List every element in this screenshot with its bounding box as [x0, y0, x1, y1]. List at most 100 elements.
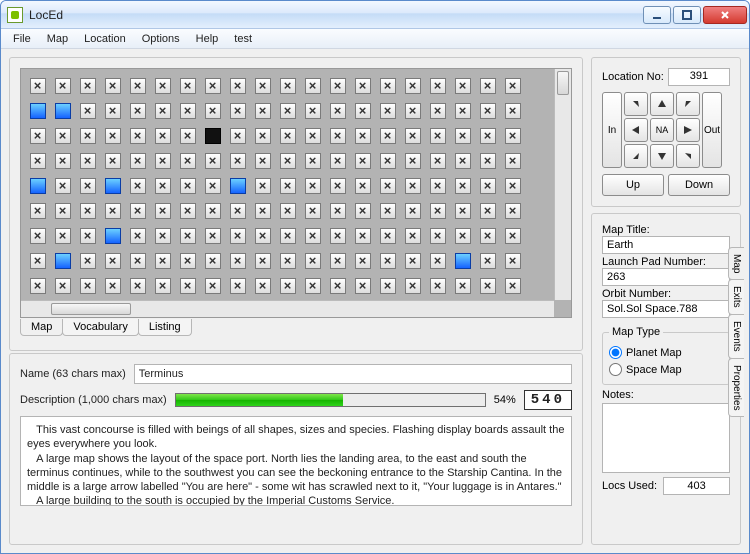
map-node[interactable]	[105, 103, 121, 119]
map-node[interactable]	[280, 178, 296, 194]
map-node[interactable]	[305, 178, 321, 194]
map-node[interactable]	[255, 228, 271, 244]
map-node[interactable]	[305, 103, 321, 119]
map-node[interactable]	[430, 128, 446, 144]
map-node[interactable]	[180, 278, 196, 294]
map-node[interactable]	[405, 128, 421, 144]
map-node[interactable]	[130, 278, 146, 294]
map-node[interactable]	[505, 228, 521, 244]
map-node[interactable]	[455, 178, 471, 194]
map-node[interactable]	[230, 278, 246, 294]
map-node[interactable]	[205, 178, 221, 194]
map-node[interactable]	[505, 128, 521, 144]
map-node[interactable]	[80, 253, 96, 269]
map-node[interactable]	[430, 153, 446, 169]
map-node[interactable]	[430, 103, 446, 119]
map-node[interactable]	[355, 253, 371, 269]
map-node[interactable]	[455, 128, 471, 144]
map-node[interactable]	[255, 278, 271, 294]
radio-planet-map[interactable]	[609, 346, 622, 359]
map-node[interactable]	[55, 178, 71, 194]
map-node[interactable]	[230, 78, 246, 94]
menu-location[interactable]: Location	[76, 31, 134, 47]
map-node[interactable]	[380, 78, 396, 94]
map-node[interactable]	[480, 153, 496, 169]
map-node[interactable]	[230, 203, 246, 219]
name-input[interactable]	[134, 364, 572, 384]
map-node[interactable]	[505, 153, 521, 169]
map-node[interactable]	[305, 228, 321, 244]
map-node[interactable]	[205, 203, 221, 219]
map-node[interactable]	[55, 203, 71, 219]
map-node[interactable]	[180, 78, 196, 94]
map-horizontal-scrollbar[interactable]	[21, 300, 554, 317]
map-node[interactable]	[255, 253, 271, 269]
map-node[interactable]	[455, 278, 471, 294]
map-node[interactable]	[480, 178, 496, 194]
map-node[interactable]	[30, 78, 46, 94]
map-node[interactable]	[30, 153, 46, 169]
map-node[interactable]	[455, 153, 471, 169]
map-node[interactable]	[430, 78, 446, 94]
map-node[interactable]	[105, 278, 121, 294]
map-node[interactable]	[80, 178, 96, 194]
map-node[interactable]	[455, 78, 471, 94]
orbit-input[interactable]	[602, 300, 730, 318]
tab-listing[interactable]: Listing	[138, 319, 192, 336]
map-node[interactable]	[280, 253, 296, 269]
map-node[interactable]	[180, 103, 196, 119]
tab-vocabulary[interactable]: Vocabulary	[62, 319, 138, 336]
nav-up-button[interactable]: Up	[602, 174, 664, 196]
map-node[interactable]	[230, 128, 246, 144]
map-node[interactable]	[355, 128, 371, 144]
map-node[interactable]	[105, 253, 121, 269]
map-node[interactable]	[205, 128, 221, 144]
map-node[interactable]	[155, 228, 171, 244]
map-node[interactable]	[80, 128, 96, 144]
map-node[interactable]	[80, 153, 96, 169]
map-node[interactable]	[155, 78, 171, 94]
map-node[interactable]	[105, 128, 121, 144]
map-node[interactable]	[130, 128, 146, 144]
map-node[interactable]	[330, 103, 346, 119]
map-node[interactable]	[255, 78, 271, 94]
map-node[interactable]	[455, 228, 471, 244]
map-node[interactable]	[330, 253, 346, 269]
map-node[interactable]	[380, 228, 396, 244]
map-node[interactable]	[480, 203, 496, 219]
nav-na-button[interactable]: NA	[650, 118, 674, 142]
map-node[interactable]	[430, 203, 446, 219]
map-node[interactable]	[405, 253, 421, 269]
map-node[interactable]	[330, 228, 346, 244]
map-node[interactable]	[205, 78, 221, 94]
map-node[interactable]	[430, 253, 446, 269]
map-node[interactable]	[405, 78, 421, 94]
map-node[interactable]	[405, 228, 421, 244]
map-node[interactable]	[505, 103, 521, 119]
map-node[interactable]	[405, 178, 421, 194]
map-node[interactable]	[205, 228, 221, 244]
map-node[interactable]	[305, 203, 321, 219]
map-node[interactable]	[505, 253, 521, 269]
map-node[interactable]	[280, 203, 296, 219]
menu-options[interactable]: Options	[134, 31, 188, 47]
map-node[interactable]	[255, 128, 271, 144]
map-node[interactable]	[380, 278, 396, 294]
map-node[interactable]	[480, 128, 496, 144]
map-node[interactable]	[155, 278, 171, 294]
map-node[interactable]	[255, 203, 271, 219]
map-node[interactable]	[230, 178, 246, 194]
desc-textarea[interactable]	[20, 416, 572, 506]
map-node[interactable]	[255, 178, 271, 194]
map-node[interactable]	[30, 203, 46, 219]
map-node[interactable]	[255, 103, 271, 119]
map-node[interactable]	[430, 228, 446, 244]
map-node[interactable]	[405, 203, 421, 219]
map-node[interactable]	[380, 178, 396, 194]
map-node[interactable]	[305, 253, 321, 269]
map-node[interactable]	[130, 253, 146, 269]
map-node[interactable]	[330, 178, 346, 194]
map-node[interactable]	[130, 78, 146, 94]
sidetab-events[interactable]: Events	[728, 314, 744, 359]
nav-w-button[interactable]	[624, 118, 648, 142]
